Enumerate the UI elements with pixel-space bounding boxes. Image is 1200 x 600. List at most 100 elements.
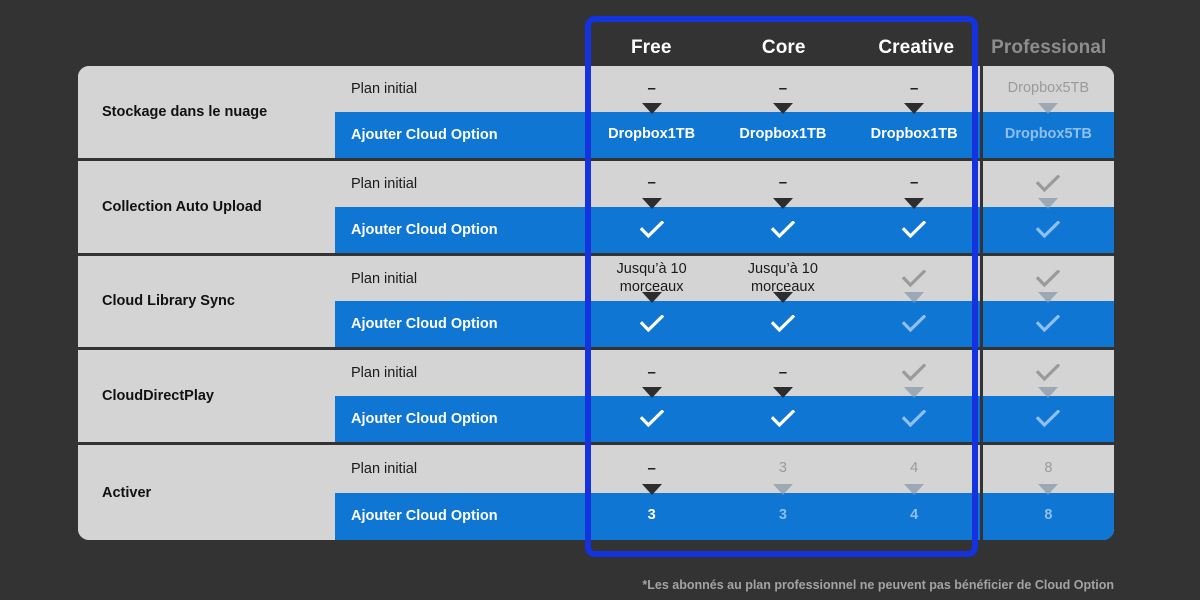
- value-cell-group: [586, 301, 1114, 348]
- value-cell-group: – 3 4 8: [586, 445, 1114, 493]
- table-row: Stockage dans le nuage Plan initial – – – Dro…: [78, 66, 1114, 161]
- subrow-ajouter-cloud-option[interactable]: Ajouter Cloud Option: [335, 206, 1114, 253]
- value-text: 8: [1044, 507, 1053, 524]
- value-cell-group: 3 3 4 8: [586, 492, 1114, 540]
- value-text: Dropbox1TB: [739, 125, 827, 142]
- subrow-label-ajouter-cloud-option: Ajouter Cloud Option: [351, 508, 498, 525]
- column-header-creative[interactable]: Creative: [850, 30, 983, 66]
- check-icon: [639, 315, 664, 333]
- value-text: –: [909, 174, 919, 192]
- check-icon: [770, 315, 795, 333]
- subrow-label-ajouter-cloud-option: Ajouter Cloud Option: [351, 316, 498, 333]
- column-header-free[interactable]: Free: [585, 30, 718, 66]
- value-cell: [849, 207, 980, 253]
- value-cell: Dropbox1TB: [849, 112, 980, 158]
- feature-values: Plan initial – – – Dropbox5TB Ajouter Cloud O…: [335, 66, 1114, 158]
- check-icon: [1036, 410, 1061, 428]
- column-header-professional[interactable]: Professional: [983, 30, 1116, 66]
- subrow-ajouter-cloud-option[interactable]: Ajouter Cloud Option 3 3 4 8: [335, 492, 1114, 540]
- table-row: Collection Auto Upload Plan initial – – – Ajo…: [78, 160, 1114, 256]
- value-text: Jusqu’à 10 morceaux: [747, 260, 818, 295]
- value-text: –: [778, 174, 788, 192]
- value-cell: Jusqu’à 10 morceaux: [717, 256, 848, 302]
- value-cell: –: [586, 161, 717, 207]
- table-row: Activer Plan initial –3 4 8 Ajouter Cloud Opt…: [78, 445, 1114, 540]
- value-cell: [979, 206, 1114, 253]
- feature-name: CloudDirectPlay: [78, 350, 335, 443]
- value-cell: Dropbox5TB: [979, 66, 1114, 112]
- check-icon: [902, 220, 927, 239]
- value-cell-group: Jusqu’à 10 morceaux Jusqu’à 10 morceaux: [586, 255, 1114, 302]
- value-cell-group: – – – Dropbox5TB: [586, 66, 1114, 112]
- subrow-plan-initial: Plan initial – 3 4 8: [335, 445, 1114, 493]
- value-cell: [849, 396, 980, 442]
- check-icon: [1036, 315, 1061, 333]
- value-cell: –: [586, 445, 717, 492]
- value-text: –: [909, 79, 919, 97]
- value-cell: –: [717, 66, 848, 112]
- check-icon: [639, 220, 664, 239]
- value-text: 3: [778, 459, 787, 476]
- subrow-label-ajouter-cloud-option: Ajouter Cloud Option: [351, 126, 498, 143]
- check-icon: [1036, 269, 1061, 288]
- check-icon: [902, 269, 927, 288]
- value-cell: 4: [849, 445, 980, 492]
- subrow-label-ajouter-cloud-option: Ajouter Cloud Option: [351, 221, 498, 238]
- column-header-core[interactable]: Core: [718, 30, 851, 66]
- value-text: 4: [910, 507, 919, 524]
- subrow-label-plan-initial: Plan initial: [351, 175, 418, 192]
- value-cell: [979, 396, 1114, 443]
- feature-name: Stockage dans le nuage: [78, 66, 335, 158]
- feature-comparison-table: Stockage dans le nuage Plan initial – – – Dro…: [78, 66, 1114, 540]
- value-text: –: [647, 174, 656, 192]
- value-cell: [586, 396, 717, 442]
- subrow-plan-initial: Plan initial – –: [335, 350, 1114, 397]
- check-icon: [1036, 174, 1061, 193]
- value-cell: [849, 301, 980, 347]
- value-cell: 3: [717, 493, 848, 540]
- value-cell: Dropbox1TB: [586, 112, 717, 158]
- value-text: 3: [778, 507, 787, 524]
- feature-values: Plan initial – – Ajouter Cloud Option: [335, 350, 1114, 443]
- value-cell: 4: [849, 493, 980, 540]
- value-text: –: [778, 79, 788, 97]
- check-icon: [902, 315, 927, 333]
- value-cell: [586, 301, 717, 347]
- value-cell: –: [717, 350, 848, 396]
- subrow-plan-initial: Plan initial Jusqu’à 10 morceaux Jusqu’à 1…: [335, 255, 1114, 302]
- subrow-label-plan-initial: Plan initial: [351, 460, 418, 477]
- value-cell: [979, 255, 1114, 302]
- value-cell: [979, 160, 1114, 207]
- value-cell: [717, 396, 848, 442]
- check-icon: [639, 410, 664, 428]
- value-cell-group: [586, 396, 1114, 443]
- subrow-ajouter-cloud-option[interactable]: Ajouter Cloud Option Dropbox1TB Dropbox1TB…: [335, 111, 1114, 158]
- feature-values: Plan initial – 3 4 8 Ajouter Cloud Option 3 3 4 8: [335, 445, 1114, 540]
- value-cell: Dropbox1TB: [717, 112, 848, 158]
- subrow-label-plan-initial: Plan initial: [351, 80, 418, 97]
- value-cell: –: [586, 66, 717, 112]
- footnote-text: *Les abonnés au plan professionnel ne pe…: [642, 578, 1114, 592]
- check-icon: [902, 364, 927, 382]
- value-cell: [849, 256, 980, 302]
- value-text: Dropbox5TB: [1004, 125, 1092, 142]
- value-cell: –: [586, 350, 717, 396]
- value-cell: Jusqu’à 10 morceaux: [586, 256, 717, 302]
- value-cell: [979, 301, 1114, 348]
- table-row: Cloud Library Sync Plan initial Jusqu’à 10…: [78, 255, 1114, 351]
- value-text: 4: [910, 459, 919, 476]
- comparison-table-board: Free Core Creative Professional Stockage da…: [0, 0, 1200, 600]
- value-text: Dropbox1TB: [608, 125, 696, 142]
- value-text: –: [647, 364, 656, 382]
- value-cell-group: – – –: [586, 160, 1114, 207]
- value-cell: 3: [717, 445, 848, 492]
- value-text: 8: [1044, 459, 1053, 476]
- check-icon: [1036, 364, 1061, 382]
- subrow-plan-initial: Plan initial – – – Dropbox5TB: [335, 66, 1114, 112]
- subrow-ajouter-cloud-option[interactable]: Ajouter Cloud Option: [335, 301, 1114, 348]
- value-cell: –: [717, 161, 848, 207]
- subrow-ajouter-cloud-option[interactable]: Ajouter Cloud Option: [335, 396, 1114, 443]
- value-cell: 8: [979, 492, 1114, 540]
- check-icon: [902, 410, 927, 428]
- feature-name: Cloud Library Sync: [78, 255, 335, 348]
